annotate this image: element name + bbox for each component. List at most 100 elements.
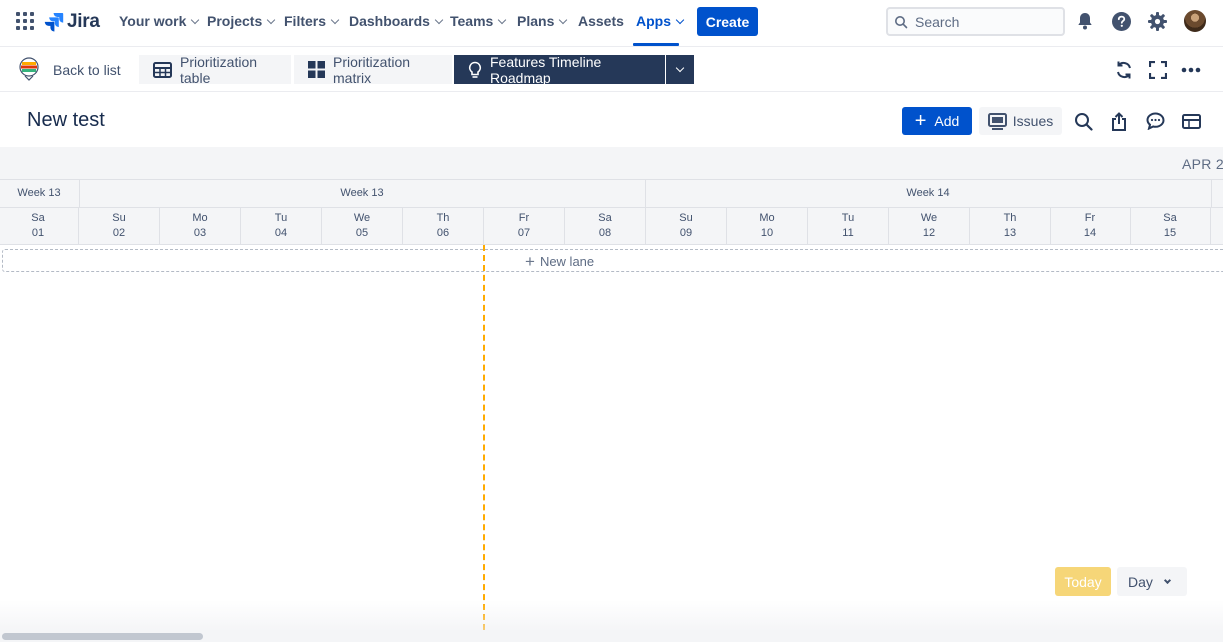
logo-text: Jira — [67, 11, 100, 32]
day-date: 01 — [31, 227, 45, 239]
nav-projects[interactable]: Projects — [207, 13, 276, 29]
nav-your-work[interactable]: Your work — [119, 13, 200, 29]
week-column: Week 13 — [80, 180, 646, 208]
zoom-level-value: Day — [1128, 573, 1153, 590]
horizontal-scrollbar[interactable] — [0, 630, 1223, 642]
day-of-week: Tu — [841, 212, 855, 224]
day-date: 14 — [1083, 227, 1097, 239]
issues-button[interactable]: Issues — [979, 107, 1062, 135]
day-column: Th 13 — [970, 208, 1051, 245]
day-of-week: Th — [436, 212, 450, 224]
chevron-down-icon — [559, 15, 568, 24]
day-column: Su 02 — [79, 208, 160, 245]
plus-icon: + — [525, 252, 535, 271]
day-column: Sa 01 — [0, 208, 79, 245]
matrix-icon — [308, 61, 325, 78]
search-box[interactable] — [886, 7, 1065, 36]
scrollbar-thumb[interactable] — [2, 633, 203, 640]
view-dropdown-button[interactable] — [666, 55, 694, 84]
chevron-down-icon — [1163, 576, 1171, 584]
nav-apps[interactable]: Apps — [636, 13, 685, 29]
nav-dashboards[interactable]: Dashboards — [349, 13, 444, 29]
jira-logo[interactable]: Jira — [44, 11, 100, 33]
day-of-week: Mo — [192, 212, 208, 224]
nav-label: Apps — [636, 13, 671, 29]
new-lane-button[interactable]: + New lane — [2, 249, 1223, 272]
bottom-shadow — [0, 600, 1223, 630]
timeline-month-header: APR 20 — [0, 147, 1223, 180]
share-icon[interactable] — [1108, 110, 1130, 132]
day-date: 13 — [1003, 227, 1017, 239]
day-of-week: Th — [1003, 212, 1017, 224]
timeline-day-header: Sa 01 Su 02 Mo 03 Tu 04 We 05 Th 06 Fr 07 Sa 08 … — [0, 208, 1223, 245]
day-date: 15 — [1163, 227, 1177, 239]
week-column: Week 13 — [0, 180, 80, 208]
more-icon[interactable] — [1180, 59, 1202, 81]
day-of-week: We — [353, 212, 371, 224]
nav-filters[interactable]: Filters — [284, 13, 340, 29]
day-of-week: Fr — [518, 212, 530, 224]
add-button[interactable]: + Add — [902, 107, 972, 135]
nav-label: Teams — [450, 13, 494, 29]
fullscreen-icon[interactable] — [1147, 59, 1169, 81]
create-button[interactable]: Create — [697, 7, 758, 36]
day-column: We 05 — [322, 208, 403, 245]
avatar[interactable] — [1184, 10, 1206, 32]
day-of-week: Sa — [1163, 212, 1177, 224]
nav-label: Your work — [119, 13, 187, 29]
tab-label: Prioritization table — [180, 53, 258, 86]
back-to-list-link[interactable]: Back to list — [53, 62, 121, 78]
top-navigation: Jira Your work Projects Filters Dashboar… — [0, 0, 1223, 47]
jira-logo-icon — [44, 13, 64, 32]
day-column: Sa 08 — [565, 208, 646, 245]
notifications-icon[interactable] — [1074, 10, 1096, 32]
day-of-week: Sa — [598, 212, 612, 224]
day-column: Su 09 — [646, 208, 727, 245]
tab-prioritization-table[interactable]: Prioritization table — [139, 53, 291, 86]
chevron-down-icon — [267, 15, 276, 24]
day-column: Mo 10 — [727, 208, 808, 245]
day-column: Tu 04 — [241, 208, 322, 245]
day-column: Th 06 — [403, 208, 484, 245]
card-view-icon[interactable] — [1180, 110, 1202, 132]
chevron-down-icon — [191, 15, 200, 24]
app-switcher-icon[interactable] — [16, 12, 34, 30]
nav-teams[interactable]: Teams — [450, 13, 507, 29]
tab-prioritization-matrix[interactable]: Prioritization matrix — [294, 53, 452, 86]
today-button[interactable]: Today — [1055, 567, 1111, 596]
day-date: 07 — [517, 227, 531, 239]
nav-plans[interactable]: Plans — [517, 13, 568, 29]
day-date: 12 — [922, 227, 936, 239]
search-icon[interactable] — [1072, 110, 1094, 132]
day-of-week: We — [920, 212, 938, 224]
week-label: Week 13 — [17, 187, 61, 199]
chevron-down-icon — [330, 15, 340, 24]
settings-icon[interactable] — [1146, 10, 1168, 32]
tab-features-timeline-roadmap[interactable]: Features Timeline Roadmap — [454, 54, 665, 86]
zoom-level-select[interactable]: Day — [1117, 567, 1187, 596]
chevron-down-icon — [675, 63, 685, 73]
tab-label: Prioritization matrix — [333, 53, 411, 86]
new-lane-label: New lane — [539, 254, 595, 269]
day-date: 11 — [842, 227, 854, 239]
help-icon[interactable] — [1110, 10, 1132, 32]
day-of-week: Su — [679, 212, 693, 224]
day-of-week: Sa — [31, 212, 45, 224]
chevron-down-icon — [675, 15, 685, 24]
sync-icon[interactable] — [1113, 59, 1135, 81]
day-of-week: Tu — [274, 212, 288, 224]
app-logo-icon[interactable] — [18, 57, 40, 81]
day-date: 05 — [355, 227, 369, 239]
view-toolbar: Back to list Prioritization table Priori… — [0, 47, 1223, 92]
day-of-week: Mo — [759, 212, 775, 224]
nav-assets[interactable]: Assets — [578, 13, 624, 29]
comment-icon[interactable] — [1144, 110, 1166, 132]
today-marker-line — [483, 245, 485, 630]
chevron-down-icon — [498, 15, 507, 24]
chevron-down-icon — [434, 15, 444, 24]
search-input[interactable] — [915, 13, 1055, 30]
day-date: 06 — [436, 227, 450, 239]
nav-label: Filters — [284, 13, 327, 29]
day-column: Fr 14 — [1050, 208, 1131, 245]
page-title: New test — [27, 109, 105, 131]
